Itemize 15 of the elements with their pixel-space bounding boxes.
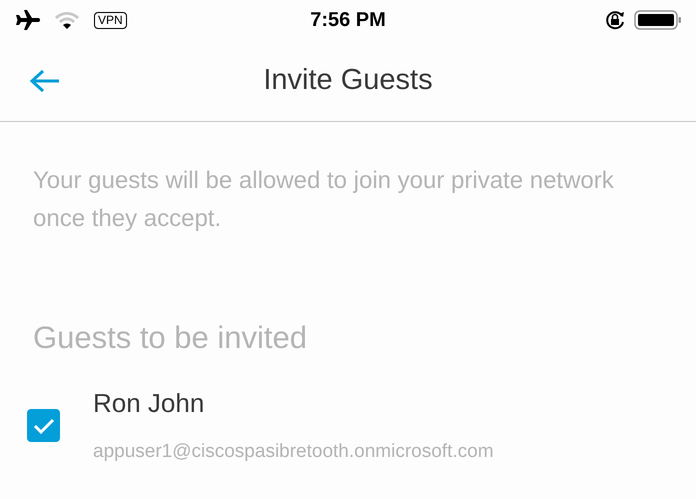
checkbox[interactable] (27, 409, 60, 442)
checkmark-icon (32, 416, 54, 434)
rotation-lock-icon (604, 9, 626, 31)
guest-name: Ron John (93, 388, 206, 419)
status-time: 7:56 PM (309, 8, 387, 32)
info-text: Your guests will be allowed to join your private network once they accept. (33, 166, 615, 234)
airplane-icon (14, 9, 40, 31)
back-button[interactable] (29, 68, 61, 92)
guest-email: appuser1@ciscospasibretooth.onmicrosoft.com (93, 441, 494, 463)
wifi-icon (54, 10, 80, 30)
battery-icon (634, 9, 682, 31)
back-arrow-icon (29, 68, 61, 92)
page-title: Invite Guests (262, 64, 434, 97)
section-heading: Guests to be invited (33, 320, 308, 356)
vpn-badge: VPN (94, 12, 127, 28)
